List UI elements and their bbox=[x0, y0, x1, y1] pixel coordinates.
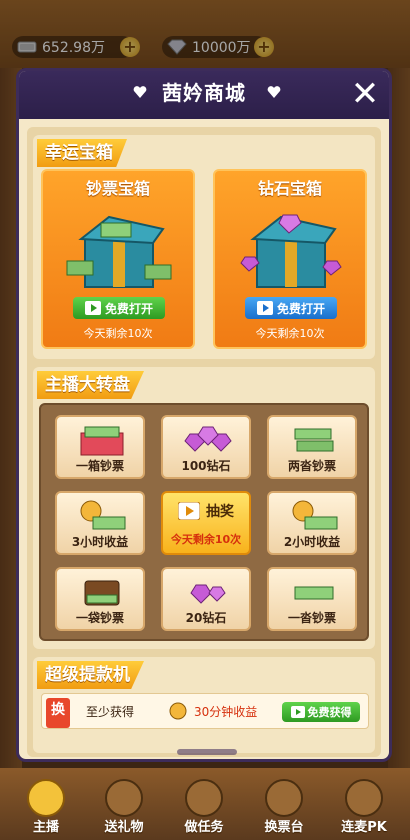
open-cash-box-button[interactable]: 免费打开 bbox=[73, 297, 165, 319]
cash-box-card[interactable]: 钞票宝箱 免费打开 今天剩余10次 bbox=[41, 169, 195, 349]
open-cash-box-label: 免费打开 bbox=[104, 301, 153, 316]
shop-modal: 茜妗商城 ✕ 幸运宝箱 钞票宝箱 免费打开 今天剩余10次 钻石宝箱 免费打开 … bbox=[16, 68, 392, 762]
lucky-box-section: 幸运宝箱 钞票宝箱 免费打开 今天剩余10次 钻石宝箱 免费打开 今天剩余10次 bbox=[33, 135, 375, 359]
modal-header: 茜妗商城 ✕ bbox=[19, 71, 389, 119]
wheel-cell-label: 2小时收益 bbox=[283, 535, 341, 549]
diamond-chest-icon bbox=[240, 214, 342, 288]
wheel-cell-label: 两沓钞票 bbox=[287, 459, 336, 473]
cash-bag-icon bbox=[84, 580, 120, 606]
wheel-cell-two-stacks: 两沓钞票 bbox=[267, 415, 357, 479]
wheel-cell-label: 100钻石 bbox=[181, 459, 231, 473]
alarm-cash-icon bbox=[80, 500, 126, 530]
wheel-cell-20-diamond: 20钻石 bbox=[161, 567, 251, 631]
wheel-cell-3h-income: 3小时收益 bbox=[55, 491, 145, 555]
cat-coin-icon bbox=[169, 702, 187, 720]
wheel-cell-label: 一沓钞票 bbox=[287, 611, 336, 625]
nav-exchange[interactable]: 换票台 bbox=[246, 778, 322, 838]
bottom-nav: 主播 送礼物 做任务 换票台 连麦PK bbox=[0, 768, 410, 840]
modal-body[interactable]: 幸运宝箱 钞票宝箱 免费打开 今天剩余10次 钻石宝箱 免费打开 今天剩余10次… bbox=[27, 127, 381, 757]
exchange-badge: 换 bbox=[46, 698, 70, 728]
wheel-cell-label: 20钻石 bbox=[185, 611, 227, 625]
wheel-cell-label: 一袋钞票 bbox=[75, 611, 124, 625]
wheel-cell-cash-box: 一箱钞票 bbox=[55, 415, 145, 479]
withdraw-row: 换 至少获得 30分钟收益 免费获得 bbox=[41, 693, 369, 729]
wheel-cell-100-diamond: 100钻石 bbox=[161, 415, 251, 479]
video-play-icon bbox=[84, 301, 101, 315]
cash-box-remain: 今天剩余10次 bbox=[83, 327, 153, 340]
draw-header: 抽奖 bbox=[163, 501, 249, 521]
wheel-cell-2h-income: 2小时收益 bbox=[267, 491, 357, 555]
video-play-icon bbox=[256, 301, 273, 315]
lucky-box-tag: 幸运宝箱 bbox=[37, 139, 127, 167]
diamond-box-remain: 今天剩余10次 bbox=[255, 327, 325, 340]
wheel-section: 主播大转盘 一箱钞票 100钻石 两沓钞票 3小时收益 抽奖 今天剩余10次 2… bbox=[33, 367, 375, 649]
wheel-tag: 主播大转盘 bbox=[37, 371, 144, 399]
open-diamond-box-button[interactable]: 免费打开 bbox=[245, 297, 337, 319]
nav-exchange-label: 换票台 bbox=[264, 820, 304, 835]
nav-host[interactable]: 主播 bbox=[8, 778, 84, 838]
withdraw-free-label: 免费获得 bbox=[307, 706, 352, 719]
withdraw-tag: 超级提款机 bbox=[37, 661, 144, 689]
draw-button[interactable]: 抽奖 今天剩余10次 bbox=[161, 491, 251, 555]
heart-icon bbox=[133, 86, 147, 98]
diamond-icon bbox=[190, 584, 226, 604]
video-play-icon bbox=[178, 502, 200, 520]
video-play-icon bbox=[290, 706, 305, 718]
cash-box-title: 钞票宝箱 bbox=[85, 179, 150, 198]
alarm-cash-icon bbox=[292, 500, 338, 530]
nav-pk[interactable]: 连麦PK bbox=[326, 778, 402, 838]
wheel-cell-one-stack: 一沓钞票 bbox=[267, 567, 357, 631]
withdraw-free-button[interactable]: 免费获得 bbox=[282, 702, 360, 722]
withdraw-section: 超级提款机 换 至少获得 30分钟收益 免费获得 bbox=[33, 657, 375, 753]
nav-host-label: 主播 bbox=[32, 820, 59, 835]
draw-remain: 今天剩余10次 bbox=[170, 533, 242, 546]
nav-pk-label: 连麦PK bbox=[341, 820, 387, 835]
heart-icon bbox=[267, 86, 281, 98]
open-diamond-box-label: 免费打开 bbox=[276, 301, 325, 316]
wheel-cell-label: 3小时收益 bbox=[71, 535, 129, 549]
wheel-cell-cash-bag: 一袋钞票 bbox=[55, 567, 145, 631]
scroll-handle[interactable] bbox=[177, 749, 237, 755]
withdraw-reward: 30分钟收益 bbox=[194, 705, 258, 719]
withdraw-text: 至少获得 bbox=[86, 705, 135, 719]
nav-task[interactable]: 做任务 bbox=[166, 778, 242, 838]
wheel-cell-label: 一箱钞票 bbox=[75, 459, 124, 473]
nav-gift[interactable]: 送礼物 bbox=[86, 778, 162, 838]
diamond-box-title: 钻石宝箱 bbox=[257, 179, 322, 198]
cash-chest-icon bbox=[66, 215, 172, 288]
nav-gift-label: 送礼物 bbox=[104, 820, 144, 835]
wheel-grid: 一箱钞票 100钻石 两沓钞票 3小时收益 抽奖 今天剩余10次 2小时收益 一… bbox=[39, 403, 369, 641]
nav-task-label: 做任务 bbox=[184, 820, 224, 835]
draw-label: 抽奖 bbox=[206, 504, 234, 520]
diamond-box-card[interactable]: 钻石宝箱 免费打开 今天剩余10次 bbox=[213, 169, 367, 349]
modal-title: 茜妗商城 bbox=[162, 81, 246, 105]
close-button[interactable]: ✕ bbox=[347, 77, 383, 113]
diamond-pile-icon bbox=[184, 426, 232, 452]
cash-stack-icon bbox=[294, 586, 334, 600]
cash-stack-icon bbox=[294, 428, 334, 452]
cash-box-icon bbox=[80, 426, 124, 456]
